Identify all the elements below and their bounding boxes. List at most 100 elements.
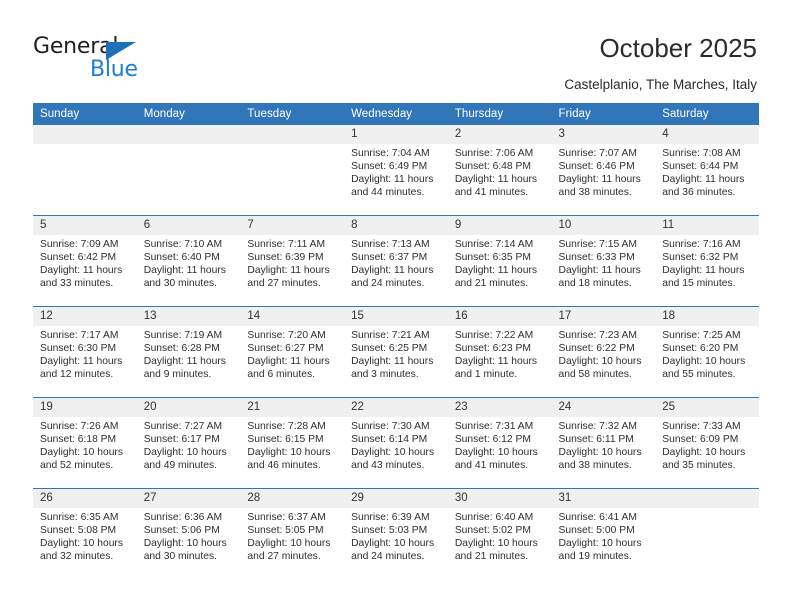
sunrise-text: Sunrise: 7:08 AM [662,148,741,159]
daylight-text: Daylight: 11 hours and 3 minutes. [351,356,434,381]
calendar-day-cell[interactable]: 23 Sunrise: 7:31 AM Sunset: 6:12 PM Dayligh… [447,397,552,489]
day-sun-info: Sunrise: 6:35 AM Sunset: 5:08 PM Daylight:… [33,508,137,563]
weekday-header-row: Sunday Monday Tuesday Wednesday Thursday… [33,103,759,125]
calendar-day-cell[interactable]: 15 Sunrise: 7:21 AM Sunset: 6:25 PM Dayligh… [344,306,448,398]
sunset-text: Sunset: 6:42 PM [40,252,117,264]
weekday-header-wednesday: Wednesday [344,103,448,125]
calendar-day-cell[interactable]: 8 Sunrise: 7:13 AM Sunset: 6:37 PM Daylight… [344,215,448,307]
sunset-text: Sunset: 5:06 PM [143,525,220,537]
day-sun-info: Sunrise: 6:36 AM Sunset: 5:06 PM Daylight:… [137,508,241,563]
sunset-text: Sunset: 5:05 PM [247,525,324,537]
calendar-day-cell[interactable]: 16 Sunrise: 7:22 AM Sunset: 6:23 PM Dayligh… [447,306,552,398]
calendar-day-cell[interactable]: 4 Sunrise: 7:08 AM Sunset: 6:44 PM Daylight… [655,125,759,216]
weekday-header-monday: Monday [136,103,241,125]
daylight-text: Daylight: 11 hours and 15 minutes. [662,265,745,290]
day-sun-info: Sunrise: 7:31 AM Sunset: 6:12 PM Daylight:… [448,417,552,472]
calendar-day-cell[interactable]: 20 Sunrise: 7:27 AM Sunset: 6:17 PM Dayligh… [136,397,241,489]
daylight-text: Daylight: 11 hours and 6 minutes. [247,356,330,381]
calendar-day-cell[interactable]: 2 Sunrise: 7:06 AM Sunset: 6:48 PM Daylight… [447,125,552,216]
calendar-week-row: 19 Sunrise: 7:26 AM Sunset: 6:18 PM Dayligh… [33,397,759,489]
logo-text-blue: Blue [90,57,138,82]
daylight-text: Daylight: 10 hours and 38 minutes. [558,447,642,472]
calendar-day-cell[interactable]: 28 Sunrise: 6:37 AM Sunset: 5:05 PM Dayligh… [240,488,345,579]
day-sun-info: Sunrise: 7:27 AM Sunset: 6:17 PM Daylight:… [137,417,241,472]
day-sun-info: Sunrise: 7:25 AM Sunset: 6:20 PM Daylight:… [655,326,759,381]
day-sun-info: Sunrise: 7:32 AM Sunset: 6:11 PM Daylight:… [552,417,656,472]
calendar-day-cell[interactable]: 5 Sunrise: 7:09 AM Sunset: 6:42 PM Daylight… [33,215,137,307]
day-sun-info: Sunrise: 7:13 AM Sunset: 6:37 PM Daylight:… [344,235,448,290]
sunset-text: Sunset: 6:46 PM [558,161,635,173]
calendar-day-cell[interactable]: 22 Sunrise: 7:30 AM Sunset: 6:14 PM Dayligh… [344,397,448,489]
sunrise-text: Sunrise: 7:06 AM [454,148,534,159]
calendar-week-row: 26 Sunrise: 6:35 AM Sunset: 5:08 PM Dayligh… [33,488,759,579]
day-sun-info: Sunrise: 7:16 AM Sunset: 6:32 PM Daylight:… [655,235,759,290]
day-number: 1 [344,125,448,144]
calendar-day-cell[interactable]: 6 Sunrise: 7:10 AM Sunset: 6:40 PM Daylight… [136,215,241,307]
calendar-day-cell[interactable]: 1 Sunrise: 7:04 AM Sunset: 6:49 PM Daylight… [344,125,448,216]
sunrise-text: Sunrise: 6:36 AM [143,512,223,523]
calendar-day-cell[interactable]: 9 Sunrise: 7:14 AM Sunset: 6:35 PM Daylight… [447,215,552,307]
sunrise-text: Sunrise: 6:37 AM [247,512,326,523]
day-number: 31 [551,489,656,508]
day-sun-info: Sunrise: 6:41 AM Sunset: 5:00 PM Daylight:… [552,508,656,563]
daylight-text: Daylight: 10 hours and 46 minutes. [247,447,331,472]
calendar-day-cell-empty [33,125,137,216]
daylight-text: Daylight: 11 hours and 1 minute. [454,356,538,381]
sunrise-text: Sunrise: 7:10 AM [143,239,223,250]
day-sun-info: Sunrise: 7:04 AM Sunset: 6:49 PM Daylight:… [344,144,448,199]
calendar-day-cell[interactable]: 12 Sunrise: 7:17 AM Sunset: 6:30 PM Dayligh… [33,306,137,398]
calendar-day-cell-empty [136,125,241,216]
sunset-text: Sunset: 5:08 PM [40,525,117,537]
day-number: 18 [655,307,759,326]
calendar-day-cell[interactable]: 13 Sunrise: 7:19 AM Sunset: 6:28 PM Dayligh… [136,306,241,398]
day-number: 26 [33,489,137,508]
calendar-day-cell-empty [240,125,345,216]
page-header: General Blue October 2025 Castelplanio, … [0,0,792,100]
day-sun-info: Sunrise: 7:08 AM Sunset: 6:44 PM Daylight:… [655,144,759,199]
calendar-day-cell[interactable]: 25 Sunrise: 7:33 AM Sunset: 6:09 PM Dayligh… [655,397,759,489]
logo-triangle-icon [106,42,136,60]
calendar-day-cell[interactable]: 3 Sunrise: 7:07 AM Sunset: 6:46 PM Daylight… [551,125,656,216]
daylight-text: Daylight: 11 hours and 33 minutes. [40,265,123,290]
calendar-day-cell[interactable]: 27 Sunrise: 6:36 AM Sunset: 5:06 PM Dayligh… [136,488,241,579]
sunrise-text: Sunrise: 7:04 AM [351,148,430,159]
sunrise-text: Sunrise: 7:25 AM [662,330,741,341]
calendar-day-cell[interactable]: 14 Sunrise: 7:20 AM Sunset: 6:27 PM Dayligh… [240,306,345,398]
calendar-day-cell[interactable]: 30 Sunrise: 6:40 AM Sunset: 5:02 PM Dayligh… [447,488,552,579]
calendar-day-cell[interactable]: 26 Sunrise: 6:35 AM Sunset: 5:08 PM Dayligh… [33,488,137,579]
calendar-day-cell[interactable]: 11 Sunrise: 7:16 AM Sunset: 6:32 PM Dayligh… [655,215,759,307]
sunset-text: Sunset: 6:44 PM [662,161,739,173]
weekday-header-thursday: Thursday [447,103,552,125]
calendar-day-cell[interactable]: 21 Sunrise: 7:28 AM Sunset: 6:15 PM Dayligh… [240,397,345,489]
day-number: 3 [551,125,656,144]
calendar-day-cell[interactable]: 7 Sunrise: 7:11 AM Sunset: 6:39 PM Daylight… [240,215,345,307]
sunset-text: Sunset: 6:33 PM [558,252,635,264]
sunrise-text: Sunrise: 7:30 AM [351,421,430,432]
weekday-header-friday: Friday [551,103,656,125]
sunset-text: Sunset: 6:22 PM [558,343,635,355]
sunrise-text: Sunrise: 7:23 AM [558,330,637,341]
daylight-text: Daylight: 11 hours and 41 minutes. [454,174,538,199]
calendar-day-cell[interactable]: 19 Sunrise: 7:26 AM Sunset: 6:18 PM Dayligh… [33,397,137,489]
calendar-day-cell[interactable]: 24 Sunrise: 7:32 AM Sunset: 6:11 PM Dayligh… [551,397,656,489]
sunrise-text: Sunrise: 7:17 AM [40,330,119,341]
calendar-day-cell[interactable]: 17 Sunrise: 7:23 AM Sunset: 6:22 PM Dayligh… [551,306,656,398]
day-number: 27 [136,489,241,508]
day-sun-info: Sunrise: 6:39 AM Sunset: 5:03 PM Daylight:… [344,508,448,563]
day-sun-info: Sunrise: 6:37 AM Sunset: 5:05 PM Daylight:… [240,508,344,563]
calendar-day-cell[interactable]: 18 Sunrise: 7:25 AM Sunset: 6:20 PM Dayligh… [655,306,759,398]
day-sun-info: Sunrise: 7:11 AM Sunset: 6:39 PM Daylight:… [240,235,344,290]
day-sun-info: Sunrise: 7:30 AM Sunset: 6:14 PM Daylight:… [344,417,448,472]
general-blue-logo[interactable]: General Blue [33,36,233,84]
calendar-day-cell[interactable]: 31 Sunrise: 6:41 AM Sunset: 5:00 PM Dayligh… [551,488,656,579]
day-number [33,125,137,144]
calendar-day-cell[interactable]: 29 Sunrise: 6:39 AM Sunset: 5:03 PM Dayligh… [344,488,448,579]
calendar-day-cell[interactable]: 10 Sunrise: 7:15 AM Sunset: 6:33 PM Dayligh… [551,215,656,307]
sunset-text: Sunset: 6:27 PM [247,343,324,355]
daylight-text: Daylight: 11 hours and 24 minutes. [351,265,434,290]
sunrise-text: Sunrise: 7:16 AM [662,239,741,250]
daylight-text: Daylight: 10 hours and 35 minutes. [662,447,746,472]
day-sun-info: Sunrise: 7:17 AM Sunset: 6:30 PM Daylight:… [33,326,137,381]
day-number: 2 [447,125,552,144]
day-number: 21 [240,398,345,417]
